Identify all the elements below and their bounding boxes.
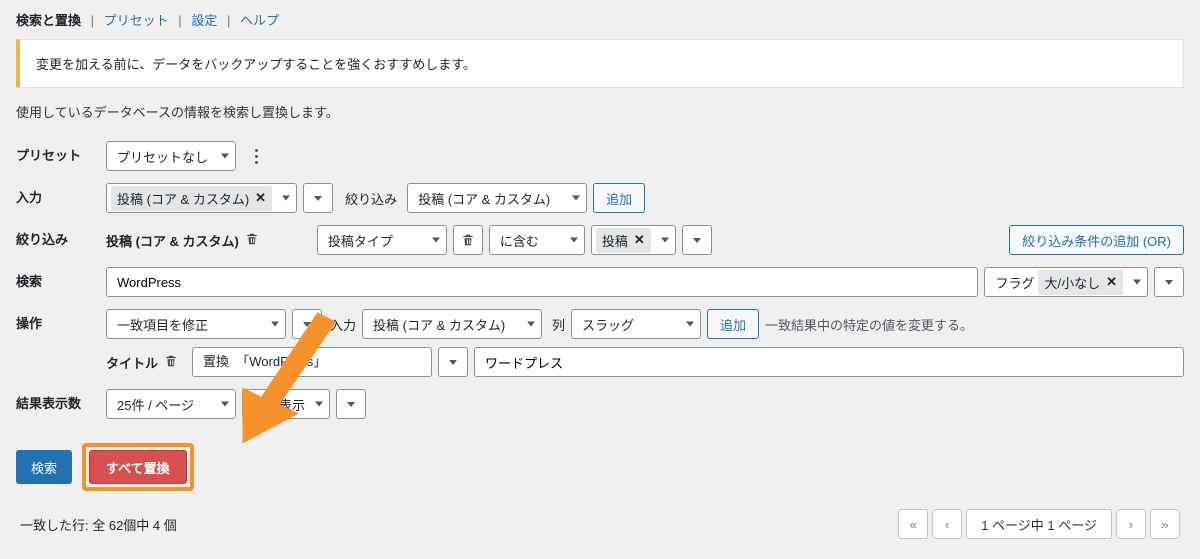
chevron-down-icon (1133, 280, 1141, 285)
chevron-down-icon (315, 402, 323, 407)
pager-next-button[interactable]: › (1116, 509, 1146, 539)
contains-select[interactable]: に含む (489, 225, 585, 255)
chevron-down-icon (221, 402, 229, 407)
chip-remove-icon[interactable]: ✕ (634, 232, 645, 248)
pager-first-button[interactable]: « (898, 509, 928, 539)
columns-dropdown[interactable] (336, 389, 366, 419)
page-indicator: 1 ページ中 1 ページ (966, 509, 1112, 539)
tab-help[interactable]: ヘルプ (240, 13, 279, 28)
label-preset: プリセット (16, 135, 106, 177)
pagination: « ‹ 1 ページ中 1 ページ › » (898, 509, 1180, 539)
page-description: 使用しているデータベースの情報を検索し置換します。 (16, 102, 1184, 121)
chevron-down-icon (221, 154, 229, 159)
pager-prev-button[interactable]: ‹ (932, 509, 962, 539)
show-columns-select[interactable]: 列を表示 (242, 389, 330, 419)
filter-group-label: 投稿 (コア & カスタム) (106, 231, 259, 250)
notice-text: 変更を加える前に、データをバックアップすることを強くおすすめします。 (36, 57, 476, 72)
op-add-button[interactable]: 追加 (707, 309, 759, 339)
refine-select[interactable]: 投稿 (コア & カスタム) (407, 183, 587, 213)
trash-icon[interactable] (453, 225, 483, 255)
matched-rows-text: 一致した行: 全 62個中 4 個 (20, 515, 177, 534)
label-operation: 操作 (16, 303, 106, 383)
filter-type-select[interactable]: 投稿タイプ (317, 225, 447, 255)
preset-select[interactable]: プリセットなし (106, 141, 236, 171)
chevron-down-icon (693, 238, 701, 243)
per-page-select[interactable]: 25件 / ページ (106, 389, 236, 419)
replace-all-button[interactable]: すべて置換 (89, 450, 187, 484)
trash-icon[interactable] (245, 232, 259, 249)
label-results-per-page: 結果表示数 (16, 383, 106, 425)
chevron-down-icon (570, 238, 578, 243)
search-button[interactable]: 検索 (16, 450, 72, 484)
posts-dropdown[interactable] (682, 225, 712, 255)
title-label: タイトル (106, 353, 182, 372)
add-filter-or-button[interactable]: 絞り込み条件の追加 (OR) (1009, 225, 1184, 255)
posts-chip: 投稿 ✕ (596, 228, 651, 253)
tab-preset[interactable]: プリセット (104, 13, 169, 28)
replace-source-dropdown[interactable] (438, 347, 468, 377)
replace-value-input[interactable] (474, 347, 1184, 377)
chevron-down-icon (572, 196, 580, 201)
tab-settings[interactable]: 設定 (191, 13, 217, 28)
label-filter: 絞り込み (16, 219, 106, 261)
flag-dropdown[interactable] (1154, 267, 1184, 297)
chevron-down-icon (303, 322, 311, 327)
label-input: 入力 (16, 177, 106, 219)
chevron-down-icon (347, 402, 355, 407)
more-options-icon[interactable] (248, 141, 264, 171)
chip-remove-icon[interactable]: ✕ (1106, 274, 1117, 290)
op-helper-text: 一致結果中の特定の値を変更する。 (765, 315, 973, 334)
op-column-select[interactable]: スラッグ (571, 309, 701, 339)
add-refine-button[interactable]: 追加 (593, 183, 645, 213)
chevron-down-icon (449, 360, 457, 365)
chevron-down-icon (661, 238, 669, 243)
op-input-label: 入力 (330, 315, 356, 334)
tab-search-replace[interactable]: 検索と置換 (16, 13, 81, 28)
input-source-chip: 投稿 (コア & カスタム) ✕ (111, 186, 272, 211)
chevron-down-icon (282, 196, 290, 201)
refine-by-label: 絞り込み (345, 189, 397, 208)
page-tabs: 検索と置換 | プリセット | 設定 | ヘルプ (16, 10, 1184, 29)
posts-chip-select[interactable]: 投稿 ✕ (591, 225, 676, 255)
search-input[interactable] (106, 267, 978, 297)
op-column-label: 列 (552, 315, 565, 334)
pager-last-button[interactable]: » (1150, 509, 1180, 539)
label-search: 検索 (16, 261, 106, 303)
input-source-select[interactable]: 投稿 (コア & カスタム) ✕ (106, 183, 297, 213)
replace-all-highlight: すべて置換 (82, 443, 194, 491)
input-source-dropdown[interactable] (303, 183, 333, 213)
op-input-select[interactable]: 投稿 (コア & カスタム) (362, 309, 542, 339)
trash-icon[interactable] (164, 354, 178, 371)
chevron-down-icon (527, 322, 535, 327)
chevron-down-icon (271, 322, 279, 327)
chip-remove-icon[interactable]: ✕ (255, 190, 266, 206)
chevron-down-icon (432, 238, 440, 243)
backup-notice: 変更を加える前に、データをバックアップすることを強くおすすめします。 (16, 39, 1184, 88)
chevron-down-icon (686, 322, 694, 327)
operation-select[interactable]: 一致項目を修正 (106, 309, 286, 339)
operation-dropdown[interactable] (292, 309, 322, 339)
flag-select[interactable]: フラグ 大/小なし ✕ (984, 267, 1148, 297)
flag-chip: 大/小なし ✕ (1038, 270, 1123, 295)
replace-source-display: 置換 「WordPress」 (192, 347, 432, 377)
chevron-down-icon (1165, 280, 1173, 285)
chevron-down-icon (314, 196, 322, 201)
